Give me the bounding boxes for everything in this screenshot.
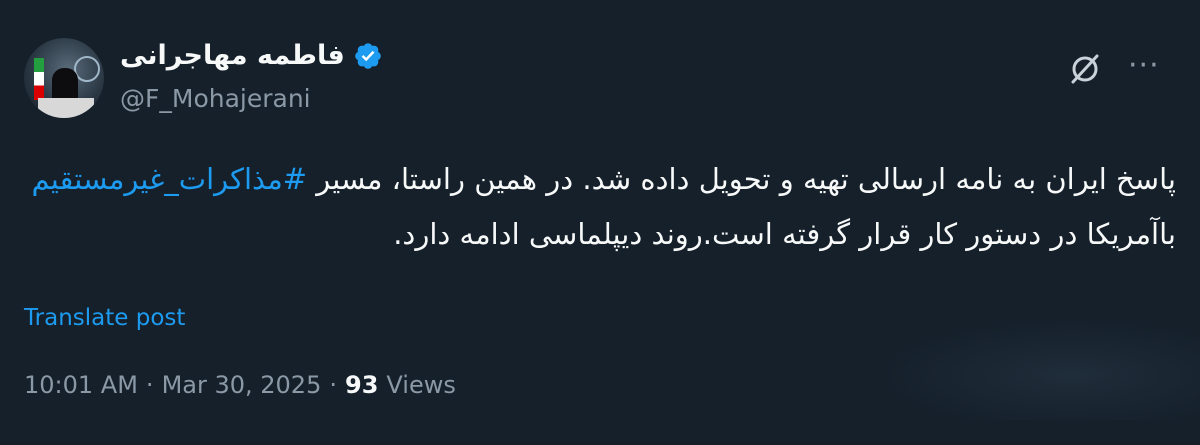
- display-name[interactable]: فاطمه مهاجرانی: [120, 40, 345, 71]
- meta-separator: ·: [145, 371, 154, 399]
- tweet-text-part: باآمریکا در دستور کار قرار گرفته است.رون…: [393, 217, 1176, 251]
- tweet-text-part: پاسخ ایران به نامه ارسالی تهیه و تحویل د…: [307, 162, 1176, 196]
- flag-graphic: [34, 58, 44, 100]
- author-name-row: فاطمه مهاجرانی: [120, 40, 383, 71]
- tweet: فاطمه مهاجرانی @F_Mohajerani ··· پاسخ ای…: [0, 0, 1200, 445]
- author-handle[interactable]: @F_Mohajerani: [120, 84, 311, 113]
- tweet-text: پاسخ ایران به نامه ارسالی تهیه و تحویل د…: [24, 152, 1177, 262]
- more-icon[interactable]: ···: [1128, 48, 1160, 83]
- background-smudge: [880, 320, 1200, 420]
- verified-badge-icon: [354, 42, 381, 69]
- hashtag-link[interactable]: #مذاکرات_غیرمستقیم: [32, 162, 308, 196]
- views-label: Views: [386, 371, 456, 399]
- views-count: 93: [345, 371, 379, 399]
- tweet-meta: 10:01 AM · Mar 30, 2025 · 93 Views: [24, 371, 456, 399]
- grok-icon[interactable]: [1066, 50, 1104, 88]
- tweet-time[interactable]: 10:01 AM: [24, 371, 138, 399]
- meta-separator: ·: [329, 371, 337, 399]
- translate-post-link[interactable]: Translate post: [24, 305, 185, 331]
- tweet-date[interactable]: Mar 30, 2025: [162, 371, 322, 399]
- avatar[interactable]: [24, 38, 104, 118]
- desk-graphic: [38, 98, 94, 118]
